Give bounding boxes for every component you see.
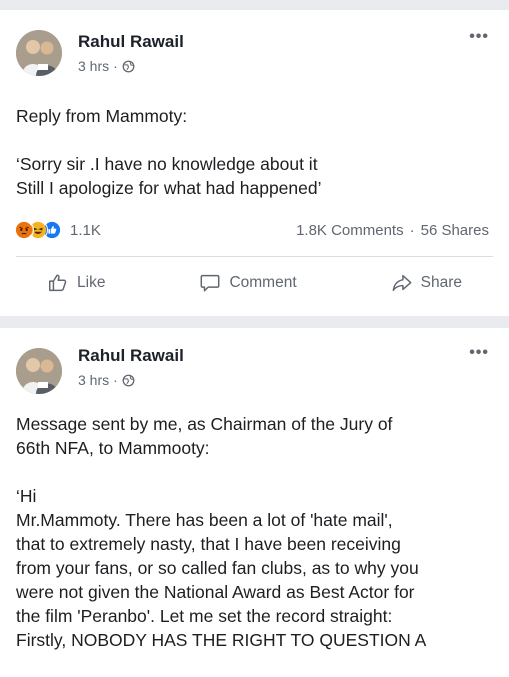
post-time[interactable]: 3 hrs bbox=[78, 58, 109, 74]
post-text-line: 66th NFA, to Mammooty: bbox=[16, 438, 210, 458]
divider bbox=[16, 256, 493, 257]
reactions-summary[interactable]: 1.1K bbox=[14, 220, 101, 240]
avatar[interactable] bbox=[16, 348, 62, 394]
comments-count[interactable]: 1.8K Comments bbox=[296, 222, 404, 239]
engagement-stats: 1.8K Comments · 56 Shares bbox=[296, 222, 489, 239]
angry-react-icon bbox=[14, 220, 34, 240]
share-icon bbox=[392, 274, 412, 292]
post-time[interactable]: 3 hrs bbox=[78, 372, 109, 388]
post-text-line: Still I apologize for what had happened’ bbox=[16, 178, 322, 198]
post-text-line: ‘Hi bbox=[16, 486, 37, 506]
meta-separator: · bbox=[113, 372, 118, 388]
post-text-line: Mr.Mammoty. There has been a lot of 'hat… bbox=[16, 510, 393, 530]
comment-label: Comment bbox=[229, 274, 297, 291]
post-text-line: the film 'Peranbo'. Let me set the recor… bbox=[16, 606, 393, 626]
post-text-line: were not given the National Award as Bes… bbox=[16, 582, 415, 602]
post-text-line: Reply from Mammoty: bbox=[16, 106, 188, 126]
globe-icon bbox=[122, 374, 135, 386]
post-text-line: that to extremely nasty, that I have bee… bbox=[16, 534, 401, 554]
comment-button[interactable]: Comment bbox=[189, 266, 306, 300]
share-label: Share bbox=[420, 274, 462, 291]
post-meta: 3 hrs · bbox=[78, 372, 135, 388]
post-card-1: Rahul Rawail 3 hrs · ••• Reply from Mamm… bbox=[0, 10, 509, 316]
globe-icon bbox=[122, 60, 135, 72]
like-icon bbox=[49, 274, 67, 292]
action-bar: Like Comment Share bbox=[0, 260, 509, 306]
post-text-line: Firstly, NOBODY HAS THE RIGHT TO QUESTIO… bbox=[16, 630, 427, 650]
post-meta: 3 hrs · bbox=[78, 58, 135, 74]
post-text-line: ‘Sorry sir .I have no knowledge about it bbox=[16, 154, 318, 174]
post-text-line: Message sent by me, as Chairman of the J… bbox=[16, 414, 393, 434]
share-button[interactable]: Share bbox=[381, 266, 472, 300]
more-options-button[interactable]: ••• bbox=[469, 28, 489, 46]
stats-separator: · bbox=[409, 222, 415, 239]
more-options-button[interactable]: ••• bbox=[469, 344, 489, 362]
author-name[interactable]: Rahul Rawail bbox=[78, 32, 184, 52]
meta-separator: · bbox=[113, 58, 118, 74]
post-text-line: from your fans, or so called fan clubs, … bbox=[16, 558, 419, 578]
comment-icon bbox=[200, 274, 220, 292]
author-name[interactable]: Rahul Rawail bbox=[78, 346, 184, 366]
like-button[interactable]: Like bbox=[37, 266, 115, 300]
post-card-2: Rahul Rawail 3 hrs · ••• Message sent by… bbox=[0, 328, 509, 677]
reactions-count: 1.1K bbox=[70, 221, 101, 239]
avatar[interactable] bbox=[16, 30, 62, 76]
shares-count[interactable]: 56 Shares bbox=[421, 222, 489, 239]
like-label: Like bbox=[77, 274, 106, 291]
